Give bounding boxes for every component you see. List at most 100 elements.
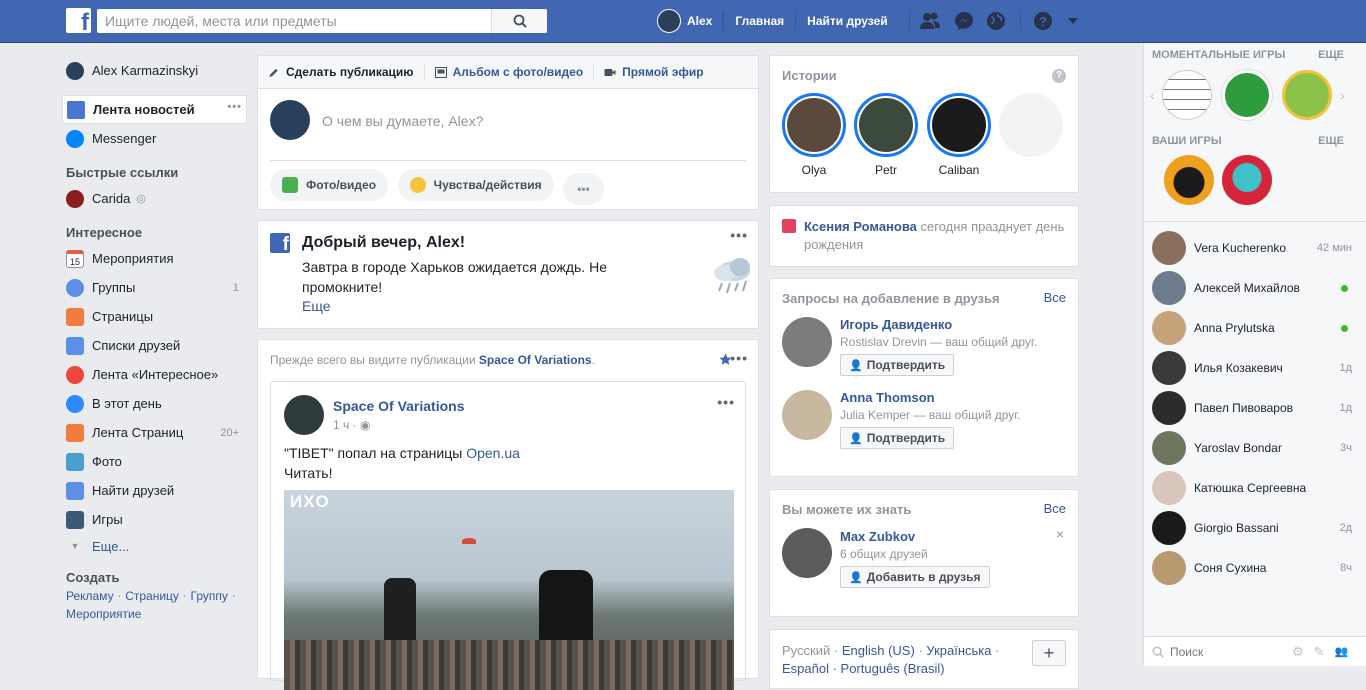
instant-games-more-link[interactable]: ЕЩЕ	[1318, 49, 1344, 61]
profile-link[interactable]: Alex	[657, 9, 712, 33]
create-event-link[interactable]: Мероприятие	[66, 607, 141, 621]
tab-photo-album[interactable]: Альбом с фото/видео	[434, 65, 583, 79]
language-link[interactable]: Українська	[926, 643, 991, 658]
chat-contact[interactable]: Алексей Михайлов	[1152, 268, 1352, 308]
sudoku-game-icon[interactable]	[1162, 70, 1212, 120]
notifications-globe-icon[interactable]	[984, 9, 1008, 33]
chat-contact[interactable]: Anna Prylutska	[1152, 308, 1352, 348]
chat-contact[interactable]: Giorgio Bassani 2д	[1152, 508, 1352, 548]
friend-requests-icon[interactable]	[918, 9, 942, 33]
chat-contact[interactable]: Илья Козакевич 1д	[1152, 348, 1352, 388]
suggested-person-link[interactable]: Max Zubkov	[840, 529, 915, 544]
groups-icon	[66, 278, 84, 297]
sidebar-item-explore[interactable]: 15 Мероприятия	[62, 244, 247, 273]
chat-contact[interactable]: Yaroslav Bondar 3ч	[1152, 428, 1352, 468]
create-group-link[interactable]: Группу	[191, 589, 228, 603]
see-first-page-link[interactable]: Space Of Variations	[479, 353, 592, 367]
create-group-icon[interactable]: 👥	[1335, 645, 1349, 658]
story-item[interactable]: Caliban	[927, 93, 991, 177]
help-icon[interactable]: ?	[1052, 69, 1066, 83]
more-options-icon[interactable]: •••	[730, 350, 748, 366]
avatar[interactable]	[782, 317, 832, 367]
home-link[interactable]: Главная	[723, 11, 795, 31]
story-ring	[782, 93, 846, 157]
friend-lists-icon	[66, 336, 84, 355]
sidebar-item-news-feed[interactable]: Лента новостей •••	[62, 95, 247, 124]
sidebar-item-more[interactable]: ▼ Еще...	[62, 534, 247, 558]
sidebar-item-explore[interactable]: Найти друзей	[62, 476, 247, 505]
sidebar-item-explore[interactable]: Лента Страниц 20+	[62, 418, 247, 447]
story-item[interactable]: Petr	[854, 93, 918, 177]
facebook-logo[interactable]: f	[66, 8, 91, 33]
account-menu-chevron-down-icon[interactable]	[1061, 9, 1085, 33]
requester-name-link[interactable]: Игорь Давиденко	[840, 317, 952, 332]
tab-make-post[interactable]: Сделать публикацию	[268, 65, 414, 79]
your-games-more-link[interactable]: ЕЩЕ	[1318, 135, 1344, 147]
language-link[interactable]: English (US)	[842, 643, 915, 658]
greeting-title: Добрый вечер, Alex!	[302, 234, 466, 251]
sidebar-item-explore[interactable]: Фото	[62, 447, 247, 476]
chat-contact[interactable]: Павел Пивоваров 1д	[1152, 388, 1352, 428]
find-friends-link[interactable]: Найти друзей	[795, 11, 898, 31]
language-links-row2[interactable]: Español · Português (Brasil)	[782, 661, 945, 676]
post-photo[interactable]: ИXO	[284, 490, 734, 690]
sidebar-item-explore[interactable]: Списки друзей	[62, 331, 247, 360]
chevron-right-icon[interactable]: ›	[1340, 87, 1345, 103]
solitaire-game-icon[interactable]	[1222, 70, 1272, 120]
feeling-activity-button[interactable]: Чувства/действия	[397, 169, 554, 201]
chevron-left-icon[interactable]: ‹	[1150, 87, 1155, 103]
story-item[interactable]: Olya	[782, 93, 846, 177]
chat-contact[interactable]: Катюшка Сергеевна	[1152, 468, 1352, 508]
gear-icon[interactable]: ⚙	[1292, 644, 1304, 660]
avatar[interactable]	[782, 390, 832, 440]
see-first-notice: Прежде всего вы видите публикации Space …	[270, 353, 595, 367]
messenger-icon[interactable]	[952, 9, 976, 33]
help-icon[interactable]: ?	[1031, 9, 1055, 33]
game-icon[interactable]	[1222, 155, 1272, 205]
post-time[interactable]: 1 ч	[333, 418, 349, 432]
post-text-link[interactable]: Open.ua	[466, 445, 520, 461]
more-options-button[interactable]: •••	[563, 173, 604, 205]
avatar[interactable]	[782, 528, 832, 578]
confirm-request-button[interactable]: 👤 Подтвердить	[840, 354, 955, 376]
sidebar-item-explore[interactable]: Лента «Интересное»	[62, 360, 247, 389]
sidebar-item-explore[interactable]: Страницы	[62, 302, 247, 331]
confirm-request-button[interactable]: 👤 Подтвердить	[840, 427, 955, 449]
sidebar-item-explore[interactable]: Игры	[62, 505, 247, 534]
tab-label: Сделать публикацию	[286, 65, 414, 79]
chat-contact[interactable]: Соня Сухина 8ч	[1152, 548, 1352, 588]
sidebar-item-carida[interactable]: Carida ◎	[62, 184, 247, 213]
chat-search-input[interactable]	[1170, 644, 1280, 659]
create-ad-link[interactable]: Рекламу	[66, 589, 114, 603]
birthday-person-link[interactable]: Ксения Романова	[804, 219, 917, 234]
separator: ·	[995, 643, 1000, 658]
requester-name-link[interactable]: Anna Thomson	[840, 390, 935, 405]
search-input[interactable]	[97, 10, 491, 32]
pencil-icon	[269, 68, 278, 77]
see-all-requests-link[interactable]: Все	[1044, 290, 1066, 305]
8-ball-pool-game-icon[interactable]	[1164, 155, 1214, 205]
greeting-more-link[interactable]: Еще	[302, 298, 331, 314]
chat-contact[interactable]: Vera Kucherenko 42 мин	[1152, 228, 1352, 268]
search-button[interactable]	[491, 9, 547, 33]
more-options-icon[interactable]: •••	[227, 101, 242, 113]
sidebar-item-messenger[interactable]: Messenger	[62, 124, 247, 153]
composer-input[interactable]: О чем вы думаете, Alex?	[322, 113, 483, 129]
sidebar-item-explore[interactable]: В этот день	[62, 389, 247, 418]
gift-icon	[782, 219, 796, 233]
add-language-button[interactable]: +	[1032, 640, 1066, 666]
sidebar-item-explore[interactable]: Группы 1	[62, 273, 247, 302]
more-options-icon[interactable]: •••	[730, 227, 748, 243]
photo-video-button[interactable]: Фото/видео	[270, 169, 389, 201]
see-all-pymk-link[interactable]: Все	[1044, 501, 1066, 516]
compose-icon[interactable]: ✎	[1314, 644, 1325, 660]
post-more-options-icon[interactable]: •••	[717, 394, 735, 410]
create-page-link[interactable]: Страницу	[125, 589, 179, 603]
post-author-link[interactable]: Space Of Variations	[333, 398, 465, 414]
tab-live-video[interactable]: Прямой эфир	[604, 65, 704, 79]
monster-game-icon[interactable]	[1282, 70, 1332, 120]
close-icon[interactable]: ×	[1056, 526, 1064, 542]
story-name: Olya	[801, 163, 827, 177]
sidebar-item-profile[interactable]: Alex Karmazinskyi	[62, 56, 247, 85]
add-friend-button[interactable]: 👤 Добавить в друзья	[840, 566, 990, 588]
